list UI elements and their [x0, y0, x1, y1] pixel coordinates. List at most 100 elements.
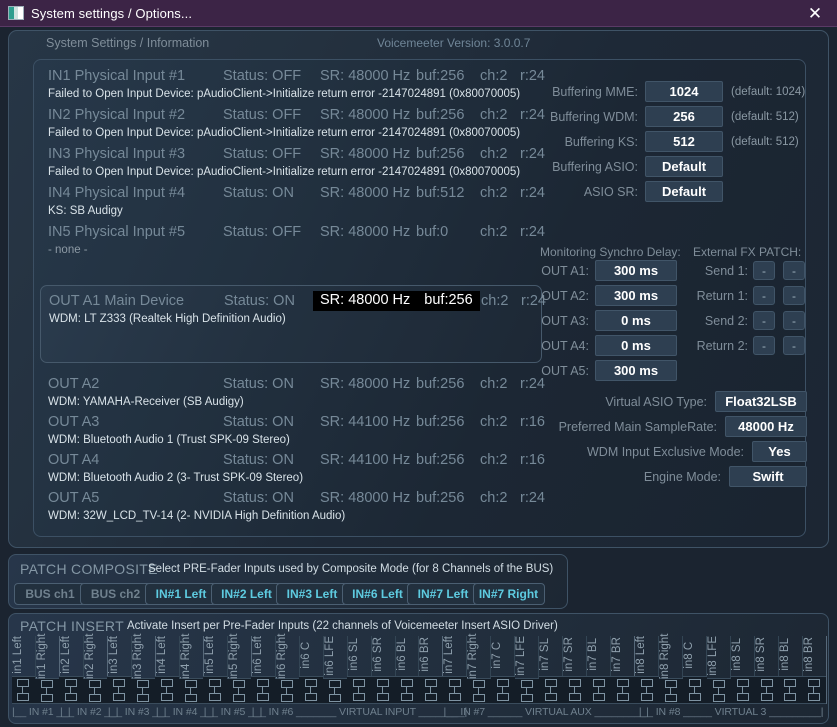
- insert-toggle-button[interactable]: [203, 675, 228, 704]
- buffering-value-field[interactable]: 1024: [645, 81, 723, 102]
- close-icon[interactable]: ✕: [793, 0, 837, 27]
- window-title: System settings / Options...: [31, 5, 193, 21]
- insert-toggle-button[interactable]: [778, 675, 803, 704]
- synchro-delay-field[interactable]: 0 ms: [595, 335, 677, 356]
- synchro-delay-field[interactable]: 300 ms: [595, 260, 677, 281]
- insert-toggle-button[interactable]: [227, 678, 252, 704]
- insert-toggle-button[interactable]: [395, 675, 419, 704]
- insert-toggle-button[interactable]: [155, 675, 180, 704]
- device-buf: buf:256: [416, 107, 465, 123]
- buffering-value-field[interactable]: Default: [645, 181, 723, 202]
- fxpatch-slot-a[interactable]: -: [753, 311, 775, 330]
- insert-toggle-button[interactable]: [658, 678, 683, 704]
- insert-icon: [616, 678, 629, 701]
- insert-channel-column: in6 Left: [251, 636, 276, 704]
- insert-channel-column: in4 Left: [155, 636, 180, 704]
- insert-toggle-button[interactable]: [107, 675, 132, 704]
- insert-channel-column: in5 Left: [203, 636, 228, 704]
- insert-group-labels: |__ IN #1 __| |__ IN #2 __| |__ IN #3 __| |…: [12, 706, 827, 722]
- insert-toggle-button[interactable]: [706, 677, 731, 704]
- system-settings-panel: System Settings / Information Voicemeete…: [8, 30, 829, 548]
- insert-toggle-button[interactable]: [586, 675, 611, 704]
- buffering-value-field[interactable]: 256: [645, 106, 723, 127]
- insert-toggle-button[interactable]: [730, 675, 755, 704]
- insert-toggle-button[interactable]: [802, 675, 827, 704]
- insert-toggle-button[interactable]: [466, 678, 491, 704]
- insert-toggle-button[interactable]: [179, 678, 204, 704]
- insert-icon: [736, 678, 749, 701]
- insert-toggle-button[interactable]: [538, 675, 563, 704]
- composite-channel-button[interactable]: BUS ch2: [79, 583, 152, 605]
- insert-channel-label: in4 Right: [179, 633, 192, 679]
- composite-channel-button[interactable]: IN#3 Left: [276, 583, 348, 605]
- option-value-field[interactable]: Float32LSB: [715, 391, 807, 412]
- insert-toggle-button[interactable]: [514, 677, 539, 704]
- option-value-field[interactable]: Swift: [729, 466, 807, 487]
- device-name: OUT A5: [48, 490, 100, 506]
- insert-toggle-button[interactable]: [83, 678, 108, 704]
- insert-toggle-button[interactable]: [251, 675, 276, 704]
- insert-channel-label: in1 Right: [35, 633, 48, 679]
- insert-toggle-button[interactable]: [418, 675, 443, 704]
- insert-toggle-button[interactable]: [442, 675, 467, 704]
- insert-toggle-button[interactable]: [490, 675, 515, 704]
- option-value-field[interactable]: 48000 Hz: [725, 416, 807, 437]
- device-row[interactable]: OUT A5 Status: ON SR: 48000 Hz buf:256 ch:2 r…: [48, 490, 805, 527]
- insert-toggle-button[interactable]: [562, 675, 587, 704]
- out-a1-selected-device[interactable]: OUT A1 Main Device Status: ON SR: 48000 …: [40, 285, 546, 363]
- fxpatch-slot-a[interactable]: -: [753, 286, 775, 305]
- insert-channel-column: in6 BR: [418, 636, 444, 704]
- insert-icon: [185, 680, 198, 702]
- insert-toggle-button[interactable]: [275, 678, 300, 704]
- buffering-value-field[interactable]: Default: [645, 156, 723, 177]
- insert-toggle-button[interactable]: [35, 678, 60, 704]
- fxpatch-slot-a[interactable]: -: [753, 336, 775, 355]
- insert-toggle-button[interactable]: [610, 675, 635, 704]
- fxpatch-slot-b[interactable]: -: [783, 261, 805, 280]
- composite-channel-button[interactable]: BUS ch1: [14, 583, 86, 605]
- insert-toggle-button[interactable]: [634, 675, 659, 704]
- insert-toggle-button[interactable]: [59, 675, 84, 704]
- device-buf: buf:256: [424, 292, 473, 308]
- insert-toggle-button[interactable]: [323, 677, 348, 704]
- device-buf: buf:256: [416, 490, 465, 506]
- insert-channel-label: in8 LFE: [707, 636, 720, 676]
- panel-header-label: System Settings / Information: [46, 36, 210, 50]
- device-buf: buf:256: [416, 146, 465, 162]
- insert-channel-column: in6 SR: [371, 636, 396, 704]
- insert-channel-label: in7 SR: [563, 637, 576, 673]
- buffering-value-field[interactable]: 512: [645, 131, 723, 152]
- insert-toggle-button[interactable]: [347, 675, 372, 704]
- fxpatch-row-label: Send 2:: [704, 314, 748, 328]
- composite-channel-button[interactable]: IN#2 Left: [210, 583, 283, 605]
- insert-icon: [281, 680, 294, 702]
- device-status: Status: ON: [223, 490, 294, 506]
- composite-channel-button[interactable]: IN#7 Right: [472, 583, 545, 605]
- insert-toggle-button[interactable]: [131, 678, 156, 704]
- insert-toggle-button[interactable]: [371, 675, 395, 704]
- insert-toggle-button[interactable]: [682, 675, 707, 704]
- insert-toggle-button[interactable]: [754, 675, 779, 704]
- fxpatch-slot-a[interactable]: -: [753, 261, 775, 280]
- insert-toggle-button[interactable]: [299, 675, 324, 704]
- insert-channel-column: in3 Right: [131, 633, 156, 704]
- app-window-icon: [8, 6, 24, 20]
- composite-channel-button[interactable]: IN#1 Left: [145, 583, 217, 605]
- device-ch: ch:2: [480, 490, 508, 506]
- composite-channel-button[interactable]: IN#6 Left: [341, 583, 414, 605]
- insert-icon: [400, 678, 413, 701]
- device-r: r:24: [520, 68, 545, 84]
- insert-channel-column: in7 SL: [538, 636, 564, 704]
- option-value-field[interactable]: Yes: [752, 441, 807, 462]
- composite-channel-button[interactable]: IN#7 Left: [407, 583, 479, 605]
- option-label: Preferred Main SampleRate:: [558, 420, 717, 434]
- device-name: OUT A1 Main Device: [49, 293, 185, 309]
- fxpatch-slot-b[interactable]: -: [783, 336, 805, 355]
- fxpatch-slot-b[interactable]: -: [783, 311, 805, 330]
- synchro-delay-field[interactable]: 300 ms: [595, 360, 677, 381]
- synchro-delay-field[interactable]: 300 ms: [595, 285, 677, 306]
- insert-toggle-button[interactable]: [11, 675, 36, 704]
- synchro-delay-field[interactable]: 0 ms: [595, 310, 677, 331]
- device-sr: SR: 48000 Hz: [320, 224, 411, 240]
- fxpatch-slot-b[interactable]: -: [783, 286, 805, 305]
